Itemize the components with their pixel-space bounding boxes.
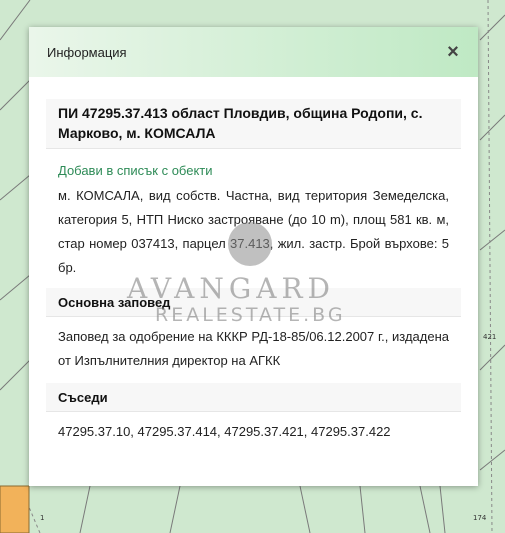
dialog-header: Информация × [29, 27, 478, 77]
info-dialog: Информация × ПИ 47295.37.413 област Плов… [29, 27, 478, 486]
close-icon[interactable]: × [444, 42, 462, 62]
add-to-list-link[interactable]: Добави в списък с обекти [46, 149, 461, 184]
dialog-title: Информация [47, 44, 127, 60]
map-parcel-label: 421 [483, 333, 497, 341]
neighbors-text: 47295.37.10, 47295.37.414, 47295.37.421,… [58, 424, 391, 439]
parcel-heading: ПИ 47295.37.413 област Пловдив, община Р… [46, 99, 461, 149]
map-parcel-label: 1 [40, 514, 45, 522]
dialog-body: ПИ 47295.37.413 област Пловдив, община Р… [29, 77, 478, 452]
order-text: Заповед за одобрение на КККР РД-18-85/06… [58, 329, 449, 368]
parcel-description: м. КОМСАЛА, вид собств. Частна, вид тери… [58, 188, 449, 275]
order-heading: Основна заповед [46, 288, 461, 317]
neighbors-heading: Съседи [46, 383, 461, 412]
map-parcel-label: 174 [473, 514, 487, 522]
